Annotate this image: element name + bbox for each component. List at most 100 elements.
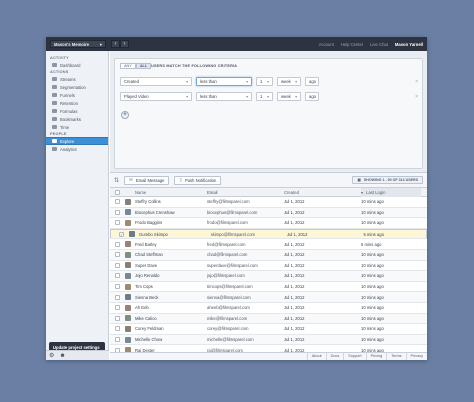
table-row[interactable]: Chad Steffman chad@filmsparel.com Jul 1, 2… <box>110 249 427 261</box>
row-checkbox[interactable] <box>115 209 120 215</box>
remove-filter-icon[interactable]: × <box>415 94 418 100</box>
match-all-button[interactable]: ALL <box>135 63 152 69</box>
table-row[interactable]: Corey Feldman corey@filmsparel.com Jul 1, … <box>110 324 427 335</box>
avatar <box>125 272 131 279</box>
sidebar-item-explore[interactable]: Explore <box>46 137 108 145</box>
user-name[interactable]: Sienna Beck <box>135 295 207 300</box>
person-icon[interactable]: ☻ <box>59 353 65 359</box>
user-name[interactable]: Gumbo Skimpo <box>139 232 211 237</box>
user-name[interactable]: Biocephus Crenshaw <box>135 210 207 215</box>
sidebar-item-formulas[interactable]: Formulas <box>46 107 108 115</box>
remove-filter-icon[interactable]: × <box>415 79 418 85</box>
suffix-label: ago <box>305 77 319 86</box>
table-row[interactable]: ✓ Gumbo Skimpo skimpo@filmsparel.com Jul 1,… <box>110 228 427 240</box>
live-chat-link[interactable]: Live Chat <box>370 42 388 47</box>
user-name[interactable]: Ah Eeb <box>135 305 207 310</box>
row-checkbox[interactable] <box>115 220 120 226</box>
user-name[interactable]: Chad Steffman <box>135 252 207 257</box>
row-checkbox[interactable] <box>115 326 120 332</box>
row-checkbox[interactable] <box>115 284 120 290</box>
operator-select[interactable]: less than ▾ <box>196 77 252 86</box>
user-name[interactable]: Jojo Renaldo <box>135 273 207 278</box>
row-checkbox[interactable] <box>115 305 120 311</box>
last-login: 10 mins ago <box>361 284 384 290</box>
table-row[interactable]: Frodo Baggins frodo@filmsparel.com Jul 1, … <box>110 218 427 229</box>
project-switcher[interactable]: Mason's Memoire ▾ <box>50 40 106 48</box>
row-checkbox[interactable] <box>115 294 120 300</box>
last-login: 10 mins ago <box>361 262 384 268</box>
row-checkbox[interactable] <box>115 337 120 343</box>
sidebar-item-dashboard[interactable]: Dashboard <box>46 61 108 69</box>
sidebar-item-bookmarks[interactable]: Bookmarks <box>46 115 108 123</box>
footer-link-support[interactable]: Support <box>343 353 365 360</box>
column-header-last-login[interactable]: ▾ Last Login <box>361 187 421 197</box>
footer-link-docs[interactable]: Docs <box>325 353 344 360</box>
table-row[interactable]: Super Dave superdave@filmsparel.com Jul 1,… <box>110 261 427 272</box>
user-name[interactable]: Super Dave <box>135 263 207 268</box>
sidebar-item-analytics[interactable]: Analytics <box>46 145 108 153</box>
field-select[interactable]: Created ▾ <box>120 77 192 86</box>
user-name[interactable]: Frodo Baggins <box>135 220 207 225</box>
unit-select[interactable]: week ▾ <box>277 92 301 101</box>
sidebar-item-time[interactable]: Time <box>46 123 108 131</box>
user-name[interactable]: Fred Barley <box>135 242 207 247</box>
back-arrow-icon[interactable]: ‹ <box>111 40 120 48</box>
email-message-button[interactable]: ✉ Email Message <box>124 175 170 185</box>
table-row[interactable]: Jojo Renaldo jojo@filmsparel.com Jul 1, 20… <box>110 271 427 282</box>
row-checkbox[interactable] <box>115 252 120 258</box>
match-any-button[interactable]: ANY <box>120 63 136 69</box>
sidebar-item-label: Formulas <box>60 108 78 114</box>
user-name[interactable]: Corey Feldman <box>135 326 207 331</box>
unit-select[interactable]: week ▾ <box>277 77 301 86</box>
row-checkbox[interactable] <box>115 262 120 268</box>
footer-link-about[interactable]: About <box>306 353 326 360</box>
row-checkbox[interactable] <box>115 315 120 321</box>
user-menu[interactable]: Mason Yarnell <box>395 42 423 47</box>
push-notification-button[interactable]: ▯ Push Notification <box>174 175 222 185</box>
stream-icon <box>52 77 57 81</box>
sidebar-item-segmentation[interactable]: Segmentation <box>46 83 108 91</box>
number-select[interactable]: 1 ▾ <box>256 92 273 101</box>
table-row[interactable]: Tim Cops timcops@filmsparel.com Jul 1, 201… <box>110 282 427 293</box>
column-header-created[interactable]: Created <box>284 190 361 195</box>
number-select[interactable]: 1 ▾ <box>256 77 273 86</box>
account-link[interactable]: Account <box>319 42 334 47</box>
footer-link-terms[interactable]: Terms <box>386 353 405 360</box>
help-center-link[interactable]: Help Center <box>341 42 363 47</box>
showing-count-button[interactable]: ▦ SHOWING 1 - 50 OF 314 USERS <box>352 176 423 184</box>
gear-icon[interactable]: ⚙ <box>49 353 54 359</box>
created-date: Jul 1, 2012 <box>284 241 305 247</box>
sidebar-item-funnels[interactable]: Funnels <box>46 91 108 99</box>
created-date: Jul 1, 2012 <box>284 337 305 343</box>
field-select[interactable]: Played Video ▾ <box>120 92 192 101</box>
table-row[interactable]: Mike Calico mike@filmsparel.com Jul 1, 201… <box>110 313 427 325</box>
table-row[interactable]: Michelle Chow michelle@filmsparel.com Jul … <box>110 334 427 346</box>
user-email: mike@filmsparel.com <box>207 315 248 321</box>
table-row[interactable]: Steffry Collins steffry@filmsparel.com Jul… <box>110 197 427 208</box>
row-checkbox[interactable]: ✓ <box>119 231 124 237</box>
footer-link-pricing[interactable]: Pricing <box>365 353 387 360</box>
add-filter-button[interactable]: + <box>121 111 129 119</box>
select-all-checkbox[interactable] <box>115 189 120 195</box>
column-header-email[interactable]: Email <box>207 190 284 195</box>
sidebar-item-retention[interactable]: Retention <box>46 99 108 107</box>
row-checkbox[interactable] <box>115 241 120 247</box>
table-row[interactable]: Fred Barley fred@filmsparel.com Jul 1, 201… <box>110 239 427 250</box>
column-header-name[interactable]: Name <box>135 190 207 195</box>
user-name[interactable]: Steffry Collins <box>135 199 207 204</box>
row-checkbox[interactable] <box>115 273 120 279</box>
filter-panel: ANY ALL USERS MATCH THE FOLLOWING CRITER… <box>114 58 423 169</box>
last-login: 10 mins ago <box>361 220 384 226</box>
operator-select[interactable]: less than ▾ <box>196 92 252 101</box>
user-name[interactable]: Mike Calico <box>135 316 207 321</box>
sidebar-item-streams[interactable]: Streams <box>46 75 108 83</box>
forward-arrow-icon[interactable]: › <box>120 40 129 48</box>
user-name[interactable]: Tim Cops <box>135 284 207 289</box>
table-row[interactable]: Sienna Beck sienna@filmsparel.com Jul 1, 2… <box>110 292 427 303</box>
sort-icon[interactable]: ⇅ <box>114 177 119 184</box>
row-checkbox[interactable] <box>115 199 120 205</box>
footer-link-privacy[interactable]: Privacy <box>405 353 427 360</box>
table-row[interactable]: Biocephus Crenshaw biocephus@filmsparel.c… <box>110 207 427 219</box>
user-name[interactable]: Michelle Chow <box>135 337 207 342</box>
table-row[interactable]: Ah Eeb aheeb@filmsparel.com Jul 1, 2012 10 … <box>110 303 427 314</box>
